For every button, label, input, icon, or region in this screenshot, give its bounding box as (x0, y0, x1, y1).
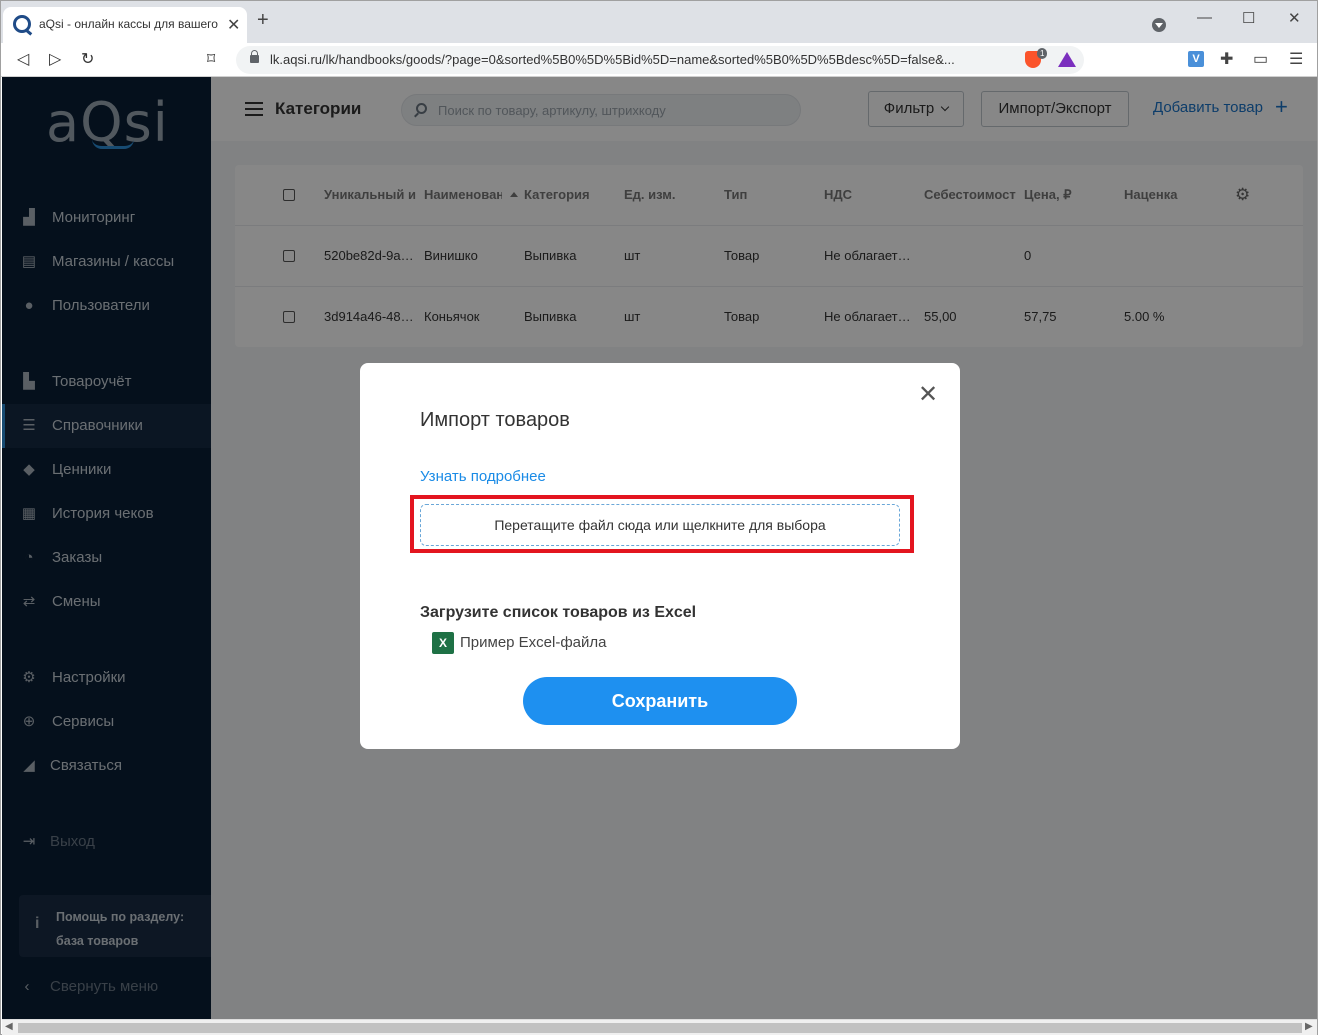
scroll-right-icon[interactable]: ▶ (1305, 1021, 1313, 1032)
address-bar[interactable]: lk.aqsi.ru/lk/handbooks/goods/?page=0&so… (236, 46, 1084, 74)
tab-close-icon[interactable]: ✕ (227, 15, 240, 35)
extensions-puzzle-icon[interactable]: ✚ (1220, 49, 1233, 69)
minimize-icon[interactable]: — (1197, 9, 1212, 26)
back-icon[interactable]: ◁ (17, 49, 29, 69)
modal-title: Импорт товаров (420, 409, 570, 431)
tab-title: aQsi - онлайн кассы для вашего бизнеса (39, 17, 219, 31)
scroll-left-icon[interactable]: ◀ (5, 1021, 13, 1032)
maximize-icon[interactable]: ☐ (1242, 9, 1255, 27)
close-icon[interactable]: ✕ (918, 383, 938, 407)
scrollbar-thumb[interactable] (18, 1023, 1302, 1033)
browser-toolbar: ◁ ▷ ↻ ⌑ lk.aqsi.ru/lk/handbooks/goods/?p… (1, 43, 1317, 77)
window-close-icon[interactable]: ✕ (1288, 9, 1301, 27)
excel-example-link[interactable]: Пример Excel-файла (460, 634, 607, 651)
aqsi-favicon-icon (13, 15, 31, 33)
horizontal-scrollbar[interactable]: ◀ ▶ (2, 1019, 1317, 1035)
excel-upload-title: Загрузите список товаров из Excel (420, 604, 697, 621)
file-drop-zone[interactable]: Перетащите файл сюда или щелкните для вы… (420, 504, 900, 546)
browser-window: aQsi - онлайн кассы для вашего бизнеса ✕… (0, 0, 1318, 1035)
bookmark-icon[interactable]: ⌑ (207, 49, 215, 69)
learn-more-link[interactable]: Узнать подробнее (420, 468, 546, 485)
tab-strip: aQsi - онлайн кассы для вашего бизнеса ✕… (1, 1, 1317, 43)
brave-rewards-icon[interactable] (1058, 52, 1076, 67)
wallet-icon[interactable]: ▭ (1253, 49, 1268, 69)
shield-count-badge: 1 (1037, 48, 1048, 59)
menu-icon[interactable]: ☰ (1289, 49, 1303, 69)
browser-tab[interactable]: aQsi - онлайн кассы для вашего бизнеса ✕ (3, 7, 247, 43)
excel-icon: X (432, 632, 458, 654)
lock-icon (250, 50, 259, 63)
new-tab-icon[interactable]: + (257, 10, 269, 30)
save-button[interactable]: Сохранить (523, 677, 797, 725)
import-goods-modal: ✕ Импорт товаров Узнать подробнее Перета… (360, 363, 960, 749)
extension-v-icon[interactable]: V (1188, 51, 1204, 67)
reload-icon[interactable]: ↻ (81, 49, 94, 69)
forward-icon[interactable]: ▷ (49, 49, 61, 69)
tab-search-icon[interactable] (1152, 18, 1166, 32)
url-text[interactable]: lk.aqsi.ru/lk/handbooks/goods/?page=0&so… (270, 52, 1000, 67)
